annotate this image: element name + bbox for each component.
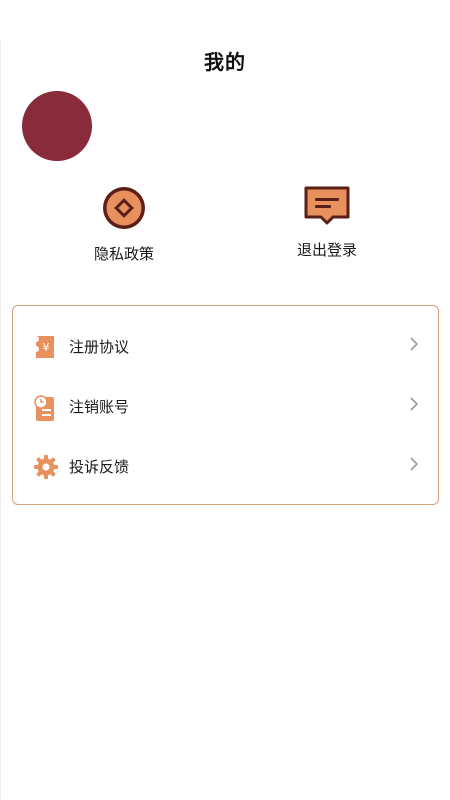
document-clock-icon [34, 395, 54, 421]
logout-button[interactable]: 退出登录 [257, 185, 397, 260]
chevron-right-icon [410, 397, 418, 411]
privacy-policy-button[interactable]: 隐私政策 [54, 185, 194, 264]
gear-icon [34, 455, 58, 479]
profile-page: 我的 隐私政策 退出登录 ¥ 注册协议 注销账号 投诉反馈 [0, 0, 450, 800]
avatar[interactable] [22, 91, 92, 161]
chevron-right-icon [410, 457, 418, 471]
privacy-shield-icon [103, 187, 145, 229]
menu-item-complaint-feedback[interactable]: 投诉反馈 [13, 446, 438, 486]
logout-label: 退出登录 [296, 241, 357, 259]
menu-item-label: 投诉反馈 [69, 458, 130, 476]
svg-text:¥: ¥ [43, 341, 50, 354]
message-box-icon [304, 186, 350, 225]
menu-item-cancel-account[interactable]: 注销账号 [13, 386, 438, 426]
page-title: 我的 [204, 50, 246, 74]
menu-item-register-agreement[interactable]: ¥ 注册协议 [13, 326, 438, 366]
chevron-right-icon [410, 337, 418, 351]
menu-card: ¥ 注册协议 注销账号 投诉反馈 [12, 305, 439, 505]
edge-divider [0, 40, 1, 800]
menu-item-label: 注销账号 [69, 398, 130, 416]
receipt-yen-icon: ¥ [36, 336, 54, 358]
privacy-policy-label: 隐私政策 [93, 245, 154, 263]
menu-item-label: 注册协议 [69, 338, 130, 356]
